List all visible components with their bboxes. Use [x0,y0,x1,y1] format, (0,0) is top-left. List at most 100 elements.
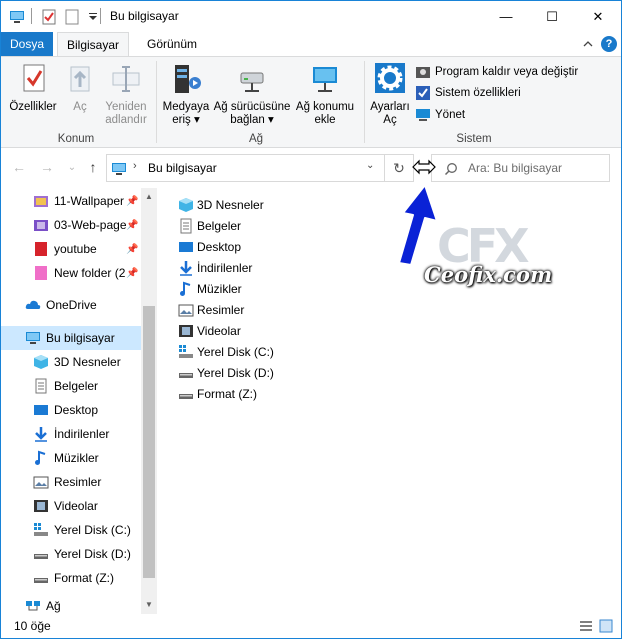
nav-item-label: Belgeler [54,379,99,393]
pin-icon: 📌 [126,243,139,255]
scroll-up-icon[interactable]: ▲ [141,188,157,204]
details-view-icon[interactable] [579,619,593,633]
search-input[interactable] [468,161,604,175]
list-item[interactable]: Yerel Disk (D:) [178,363,274,383]
uninstall-program-button[interactable]: Program kaldır veya değiştir [415,63,578,81]
list-item[interactable]: Format (Z:) [178,384,257,404]
document-icon [180,218,192,234]
media-access-button[interactable]: Medyaya eriş ▾ [161,61,211,127]
chevron-down-icon: ▾ [264,114,274,126]
window-title: Bu bilgisayar [110,9,179,23]
list-item[interactable]: Resimler [178,300,244,320]
nav-item-label: youtube [54,242,97,256]
title-bar: Bu bilgisayar — ☐ ✕ [1,1,621,32]
map-network-drive-button[interactable]: Ağ sürücüsüne bağlan ▾ [212,61,292,127]
open-label: Aç [73,101,87,113]
cloud-icon [25,300,41,309]
this-pc-icon [112,163,126,175]
new-folder-quick-icon[interactable] [64,9,80,25]
video-icon [179,325,193,337]
maximize-button[interactable]: ☐ [529,1,575,32]
nav-item-network[interactable]: Ağ [1,597,141,615]
nav-item-this-pc[interactable]: Bu bilgisayar [1,326,141,350]
status-bar: 10 öğe [1,614,621,638]
ribbon-tabs: Dosya Bilgisayar Görünüm ? [1,32,621,57]
open-settings-button[interactable]: Ayarları Aç [368,61,412,127]
add-network-location-button[interactable]: Ağ konumu ekle [294,61,356,127]
tab-file[interactable]: Dosya [1,32,53,56]
help-icon[interactable]: ? [601,36,617,52]
uninstall-icon [416,67,430,78]
nav-item-label: 11-Wallpaper [54,194,125,208]
cube-icon [179,198,193,212]
ribbon: Özellikler Aç Yeniden adlandır Konum Med… [1,56,621,148]
system-properties-button[interactable]: Sistem özellikleri [415,84,521,102]
nav-item-downloads[interactable]: İndirilenler [1,422,141,446]
up-arrow-icon[interactable]: ↑ [85,159,101,175]
list-item-label: Yerel Disk (D:) [197,366,274,380]
close-button[interactable]: ✕ [575,1,621,32]
nav-item-quick-3[interactable]: New folder (2 📌 [1,261,141,285]
chevron-down-icon[interactable]: ⌄ [366,160,374,171]
chevron-up-icon[interactable] [581,37,595,51]
nav-item-3d-objects[interactable]: 3D Nesneler [1,350,141,374]
search-box[interactable] [431,154,610,182]
nav-item-pictures[interactable]: Resimler [1,470,141,494]
drive-icon [34,554,48,559]
properties-quick-icon[interactable] [41,9,57,25]
nav-item-onedrive[interactable]: OneDrive [1,293,141,317]
map-drive-label-2: bağlan [230,114,265,126]
system-properties-icon [416,86,430,100]
nav-pane-scrollbar[interactable]: ▲ ▼ [141,188,157,614]
add-location-label-1: Ağ konumu [295,101,355,113]
nav-item-music[interactable]: Müzikler [1,446,141,470]
nav-item-label: İndirilenler [54,427,110,441]
scroll-down-icon[interactable]: ▼ [141,596,157,612]
open-button[interactable]: Aç [63,61,97,114]
chevron-down-icon: ▾ [190,114,200,126]
customize-toolbar-icon[interactable] [85,9,101,25]
group-separator [364,61,365,143]
list-item-label: Videolar [197,324,241,338]
properties-button[interactable]: Özellikler [7,61,59,114]
scrollbar-thumb[interactable] [143,306,155,578]
music-note-icon [35,450,46,465]
nav-item-quick-1[interactable]: 03-Web-page 📌 [1,213,141,237]
large-icons-view-icon[interactable] [599,619,613,633]
list-item[interactable]: Desktop [178,237,241,257]
pin-icon: 📌 [126,219,139,231]
address-path[interactable]: Bu bilgisayar [148,161,217,175]
recent-locations-icon[interactable]: ⌄ [64,159,80,175]
nav-item-documents[interactable]: Belgeler [1,374,141,398]
forward-arrow-icon[interactable]: → [39,159,55,175]
list-item-label: Format (Z:) [197,387,257,401]
nav-item-label: Müzikler [54,451,99,465]
title-separator [31,8,32,24]
list-item[interactable]: Belgeler [178,216,241,236]
list-item[interactable]: 3D Nesneler [178,195,264,215]
tab-view[interactable]: Görünüm [141,32,203,56]
nav-item-disk-c[interactable]: Yerel Disk (C:) [1,518,141,542]
network-drive-icon [240,72,264,92]
nav-item-desktop[interactable]: Desktop [1,398,141,422]
pin-icon: 📌 [126,195,139,207]
media-server-icon [175,65,201,93]
list-item[interactable]: Yerel Disk (C:) [178,342,274,362]
list-item[interactable]: İndirilenler [178,258,252,278]
list-item[interactable]: Videolar [178,321,241,341]
back-arrow-icon[interactable]: ← [11,159,27,175]
nav-item-disk-d[interactable]: Yerel Disk (D:) [1,542,141,566]
list-item[interactable]: Müzikler [178,279,242,299]
nav-item-format-z[interactable]: Format (Z:) [1,566,141,590]
music-note-icon [180,281,191,296]
tab-computer[interactable]: Bilgisayar [57,32,129,57]
nav-item-quick-0[interactable]: 11-Wallpaper 📌 [1,189,141,213]
address-bar[interactable]: › Bu bilgisayar ⌄ [106,154,385,182]
nav-item-quick-2[interactable]: youtube 📌 [1,237,141,261]
rename-button[interactable]: Yeniden adlandır [102,61,150,127]
minimize-button[interactable]: — [483,1,529,32]
manage-button[interactable]: Yönet [415,106,465,124]
nav-item-videos[interactable]: Videolar [1,494,141,518]
breadcrumb-chevron-icon[interactable]: › [133,160,137,172]
refresh-button[interactable]: ↻ [385,154,414,182]
